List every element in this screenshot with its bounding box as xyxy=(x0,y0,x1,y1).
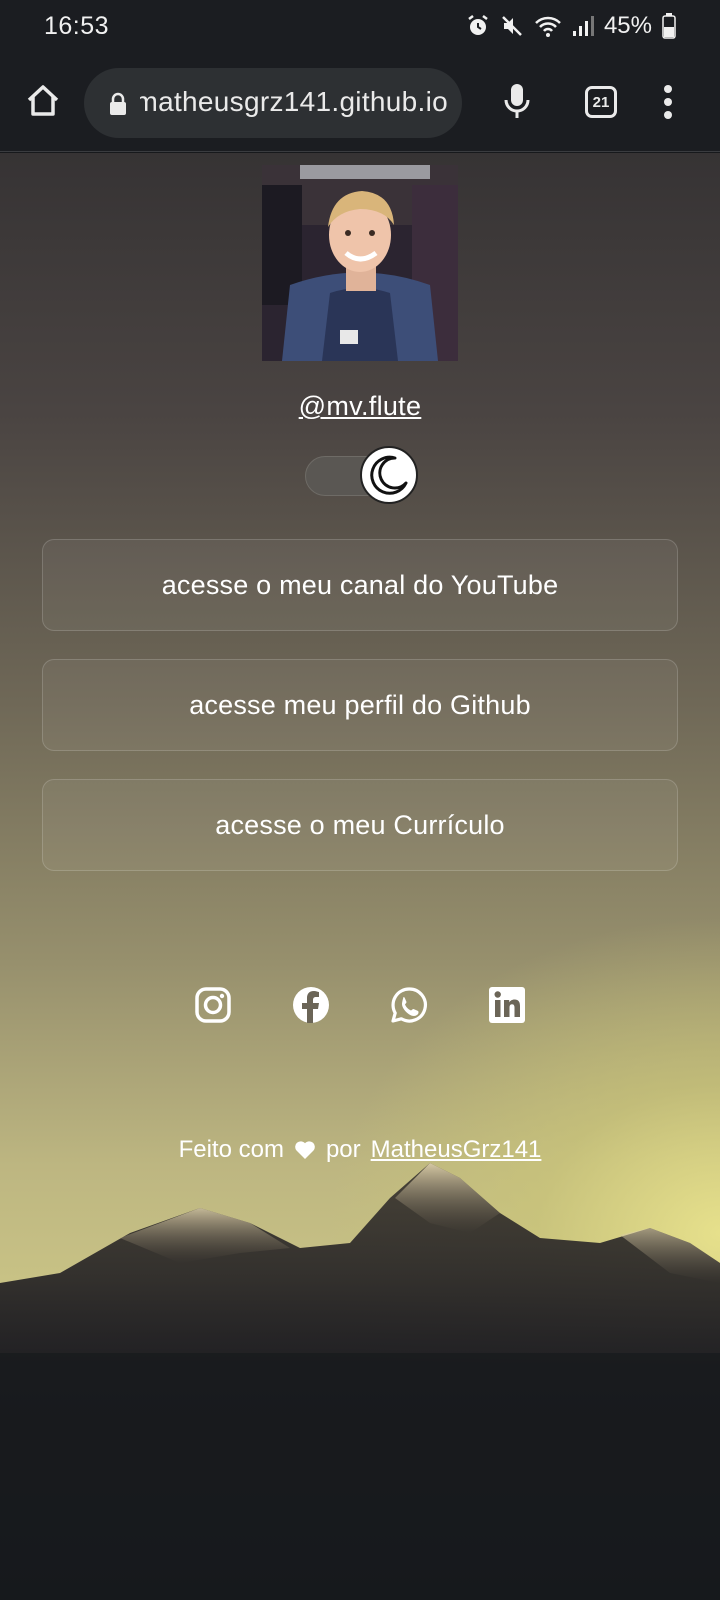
github-link-button[interactable]: acesse meu perfil do Github xyxy=(42,659,678,751)
address-bar[interactable]: matheusgrz141.github.io xyxy=(84,68,462,138)
mute-icon xyxy=(502,16,522,36)
signal-icon xyxy=(572,16,594,36)
status-icons: 45% xyxy=(466,12,676,40)
battery-percent: 45% xyxy=(603,12,652,39)
url-text: matheusgrz141.github.io xyxy=(140,86,448,117)
profile-handle-link[interactable]: @mv.flute xyxy=(0,391,720,422)
mountain-background xyxy=(0,1163,720,1600)
resume-link-button[interactable]: acesse o meu Currículo xyxy=(42,779,678,871)
social-links xyxy=(0,986,720,1026)
footer: Feito com por MatheusGrz141 xyxy=(0,1136,720,1164)
footer-prefix: Feito com xyxy=(178,1136,284,1163)
facebook-icon[interactable] xyxy=(292,986,330,1024)
avatar xyxy=(262,165,458,361)
whatsapp-icon[interactable] xyxy=(390,986,428,1024)
heart-icon xyxy=(295,1141,315,1159)
status-time: 16:53 xyxy=(44,11,110,40)
footer-middle: por xyxy=(325,1136,361,1163)
theme-toggle-knob[interactable] xyxy=(360,446,418,504)
wifi-icon xyxy=(535,16,561,37)
lock-icon xyxy=(110,92,126,115)
mic-icon[interactable] xyxy=(502,82,532,120)
instagram-icon[interactable] xyxy=(194,986,232,1024)
youtube-link-button[interactable]: acesse o meu canal do YouTube xyxy=(42,539,678,631)
alarm-icon xyxy=(468,15,488,35)
footer-author-link[interactable]: MatheusGrz141 xyxy=(371,1136,542,1164)
browser-toolbar: matheusgrz141.github.io 21 xyxy=(0,52,720,152)
home-icon[interactable] xyxy=(24,82,62,120)
battery-icon xyxy=(662,13,676,39)
tabs-count: 21 xyxy=(592,93,610,111)
more-vert-icon[interactable] xyxy=(662,84,674,120)
tabs-button[interactable]: 21 xyxy=(585,86,617,118)
linkedin-icon[interactable] xyxy=(488,986,526,1024)
status-bar: 16:53 45% xyxy=(0,0,720,52)
page-content: @mv.flute acesse o meu canal do YouTube … xyxy=(0,153,720,1600)
moon-icon xyxy=(370,455,408,495)
